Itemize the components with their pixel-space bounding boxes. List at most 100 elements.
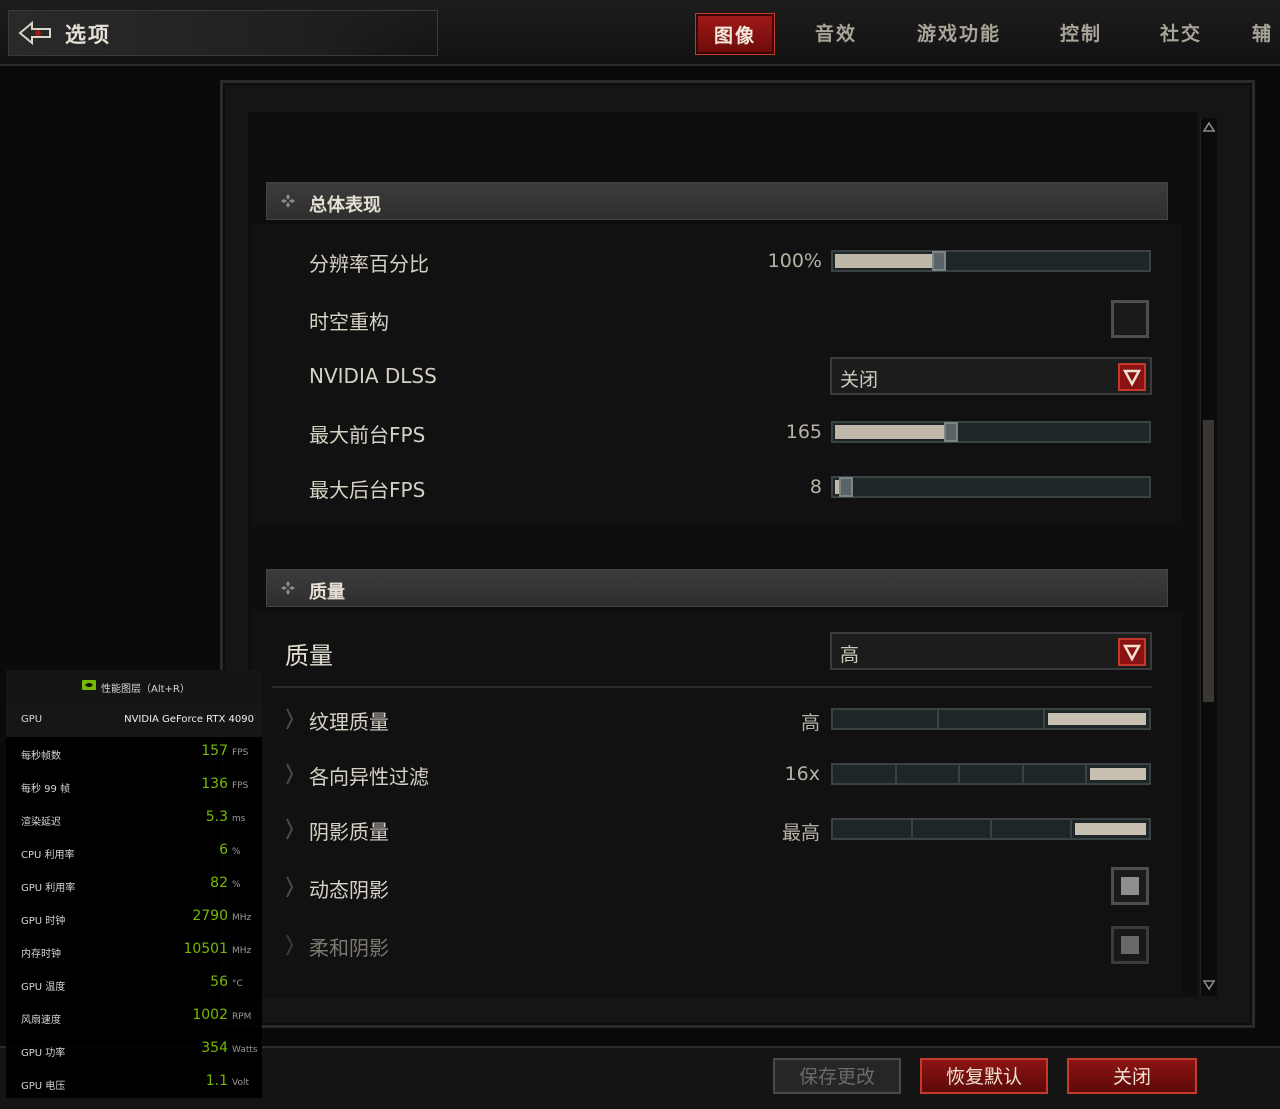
soft-shadow-label: 柔和阴影	[309, 936, 389, 960]
submenu-marker-icon	[286, 708, 294, 730]
overlay-metric-unit: Watts	[232, 1045, 258, 1055]
submenu-marker-icon	[286, 818, 294, 840]
slider-thumb[interactable]	[944, 422, 958, 442]
overlay-metric-label: 内存时钟	[21, 949, 61, 960]
slider-thumb[interactable]	[839, 477, 853, 497]
overlay-metric-unit: °C	[232, 979, 243, 989]
overlay-metric-row: GPU 时钟 2790 MHz	[6, 902, 262, 935]
quality-preset-dropdown[interactable]: 高	[830, 632, 1152, 670]
overlay-metric-value: 1.1	[205, 1073, 228, 1089]
section-title: 总体表现	[309, 195, 381, 216]
slider-fill	[835, 425, 946, 439]
overlay-metric-unit: Volt	[232, 1078, 249, 1088]
overlay-metric-unit: MHz	[232, 913, 252, 923]
overlay-metric-label: 渲染延迟	[21, 817, 61, 828]
slider-segment[interactable]	[1087, 765, 1149, 783]
temporal-label: 时空重构	[309, 310, 389, 334]
dlss-label: NVIDIA DLSS	[309, 364, 437, 388]
temporal-checkbox[interactable]	[1111, 300, 1149, 338]
slider-segment[interactable]	[1024, 765, 1088, 783]
overlay-gpu-name: NVIDIA GeForce RTX 4090	[124, 714, 254, 725]
overlay-gpu-label: GPU	[21, 714, 43, 725]
overlay-metric-value: 5.3	[205, 809, 228, 825]
overlay-metric-label: GPU 利用率	[21, 883, 76, 894]
chevron-down-icon	[1122, 369, 1142, 387]
overlay-metric-row: GPU 电压 1.1 Volt	[6, 1067, 262, 1100]
back-arrow-icon[interactable]	[18, 20, 52, 46]
overlay-metric-value: 157	[201, 743, 228, 759]
section-header-general: 总体表现	[266, 182, 1168, 220]
dlss-dropdown[interactable]: 关闭	[830, 357, 1152, 395]
overlay-metric-label: 每秒帧数	[21, 751, 61, 762]
submenu-marker-icon	[286, 934, 294, 956]
tab-audio[interactable]: 音效	[800, 14, 872, 54]
slider-segment[interactable]	[913, 820, 992, 838]
dropdown-button[interactable]	[1118, 363, 1146, 391]
overlay-metric-value: 6	[219, 842, 228, 858]
overlay-metric-label: GPU 功率	[21, 1048, 66, 1059]
slider-segment[interactable]	[897, 765, 961, 783]
tab-social[interactable]: 社交	[1146, 14, 1216, 54]
slider-segment[interactable]	[833, 765, 897, 783]
overlay-metric-row: GPU 利用率 82%	[6, 869, 262, 902]
tab-accessibility[interactable]: 辅	[1252, 14, 1280, 54]
overlay-metric-label: GPU 温度	[21, 982, 66, 993]
slider-segment[interactable]	[992, 820, 1072, 838]
overlay-metric-unit: FPS	[232, 748, 249, 758]
slider-segment[interactable]	[960, 765, 1024, 783]
overlay-metric-row: 每秒 99 帧 136 FPS	[6, 770, 262, 803]
resolution-label: 分辨率百分比	[309, 252, 429, 276]
tab-graphics[interactable]: 图像	[695, 13, 775, 55]
slider-segment[interactable]	[833, 710, 939, 728]
overlay-metric-row: 内存时钟 10501 MHz	[6, 935, 262, 968]
overlay-metric-unit: MHz	[232, 946, 252, 956]
section-header-quality: 质量	[266, 569, 1168, 607]
tab-controls[interactable]: 控制	[1046, 14, 1116, 54]
texture-label: 纹理质量	[309, 710, 389, 734]
overlay-metric-unit: %	[232, 880, 241, 890]
max-fg-fps-value: 165	[785, 421, 822, 443]
overlay-metric-value: 1002	[192, 1007, 228, 1023]
overlay-metric-row: GPU 功率 354 Watts	[6, 1034, 262, 1067]
scroll-down-icon[interactable]	[1202, 978, 1216, 992]
slider-fill	[835, 254, 934, 268]
page-title: 选项	[65, 22, 111, 47]
overlay-metric-label: 风扇速度	[21, 1015, 61, 1026]
submenu-marker-icon	[286, 763, 294, 785]
overlay-metric-row: CPU 利用率 6%	[6, 836, 262, 869]
overlay-metric-value: 354	[201, 1040, 228, 1056]
max-bg-fps-slider[interactable]	[831, 476, 1151, 498]
shadow-value: 最高	[781, 822, 820, 844]
tab-gameplay[interactable]: 游戏功能	[905, 14, 1013, 54]
overlay-metric-unit: ms	[232, 814, 246, 824]
section-diamond-icon	[281, 194, 295, 208]
reset-defaults-button[interactable]: 恢复默认	[920, 1058, 1048, 1094]
dropdown-button[interactable]	[1118, 638, 1146, 666]
overlay-metric-value: 56	[210, 974, 228, 990]
overlay-metric-row: 渲染延迟 5.3 ms	[6, 803, 262, 836]
dlss-value: 关闭	[840, 369, 879, 391]
slider-segment[interactable]	[833, 820, 913, 838]
resolution-value: 100%	[767, 250, 822, 272]
slider-segment[interactable]	[1045, 710, 1149, 728]
texture-segmented-slider[interactable]	[831, 708, 1151, 730]
resolution-slider[interactable]	[831, 250, 1151, 272]
slider-segment[interactable]	[1072, 820, 1150, 838]
overlay-metric-label: CPU 利用率	[21, 850, 75, 861]
close-button[interactable]: 关闭	[1067, 1058, 1197, 1094]
aniso-segmented-slider[interactable]	[831, 763, 1151, 785]
dynamic-shadow-label: 动态阴影	[309, 878, 389, 902]
slider-thumb[interactable]	[932, 251, 946, 271]
dynamic-shadow-checkbox[interactable]	[1111, 867, 1149, 905]
overlay-metric-row: GPU 温度 56 °C	[6, 968, 262, 1001]
max-fg-fps-slider[interactable]	[831, 421, 1151, 443]
chevron-down-icon	[1122, 644, 1142, 662]
slider-segment[interactable]	[939, 710, 1045, 728]
scrollbar-thumb[interactable]	[1203, 420, 1214, 702]
scroll-up-icon[interactable]	[1202, 120, 1216, 134]
shadow-segmented-slider[interactable]	[831, 818, 1151, 840]
section-title: 质量	[309, 582, 345, 603]
save-button[interactable]: 保存更改	[773, 1058, 901, 1094]
soft-shadow-checkbox[interactable]	[1111, 926, 1149, 964]
max-bg-fps-value: 8	[809, 476, 822, 498]
